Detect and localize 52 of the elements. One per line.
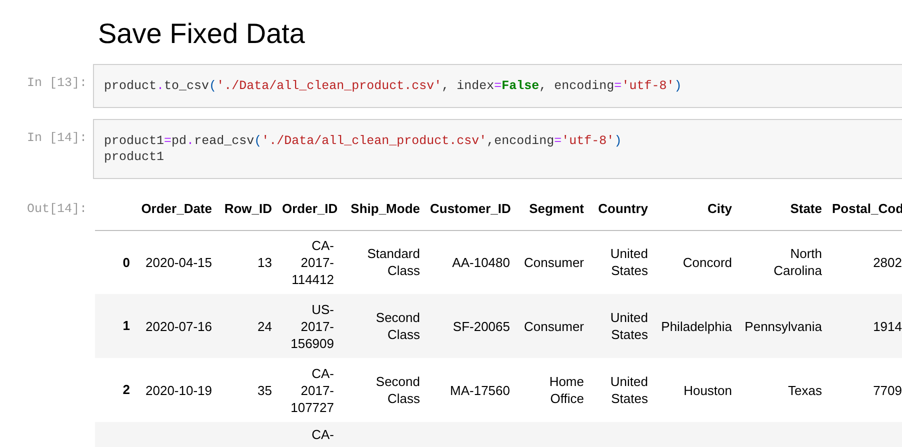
column-header: City <box>707 201 732 216</box>
output-prompt: Out[14]: <box>26 202 87 216</box>
column-header: Country <box>598 201 648 216</box>
table-cell: Pennsylvania <box>744 318 822 334</box>
table-cell: CA- <box>312 427 334 442</box>
table-cell: SF-20065 <box>452 318 510 334</box>
table-cell: 1914 <box>873 318 902 334</box>
table-cell: 2020-04-15 <box>146 254 212 270</box>
table-cell: Philadelphia <box>661 318 732 334</box>
table-cell: United States <box>610 374 648 406</box>
table-cell: Concord <box>682 254 732 270</box>
table-cell: MA-17560 <box>450 382 510 398</box>
code-cell[interactable]: product.to_csv('./Data/all_clean_product.csv', index=False, encoding='utf-8') <box>93 64 902 108</box>
column-header: Segment <box>529 201 584 216</box>
table-cell: CA-2017-114412 <box>292 238 334 287</box>
table-cell: 2802 <box>873 254 902 270</box>
row-index: 2 <box>122 382 130 398</box>
table-cell: North Carolina <box>774 246 822 278</box>
table-cell: 7709 <box>873 382 902 398</box>
column-header: Row_ID <box>224 201 272 216</box>
table-cell: 13 <box>258 254 272 270</box>
table-cell: Consumer <box>524 318 584 334</box>
table-cell: United States <box>610 310 648 342</box>
table-cell: Home Office <box>549 374 584 406</box>
table-cell: 24 <box>258 318 272 334</box>
column-header: Customer_ID <box>430 201 511 216</box>
column-header: Ship_Mode <box>350 201 420 216</box>
table-cell: United States <box>610 246 648 278</box>
column-header: Order_Date <box>141 201 212 216</box>
input-prompt: In [14]: <box>26 131 87 145</box>
table-cell: AA-10480 <box>452 254 510 270</box>
input-prompt: In [13]: <box>26 76 87 90</box>
table-cell: 35 <box>258 382 272 398</box>
row-index: 0 <box>122 254 130 270</box>
code-line: product1=pd.read_csv('./Data/all_clean_product.csv',encoding='utf-8') <box>104 134 622 148</box>
table-cell: US-2017-156909 <box>290 302 334 350</box>
table-cell: CA-2017-107727 <box>290 366 334 414</box>
column-header: Order_ID <box>282 201 338 216</box>
row-index: 1 <box>122 318 130 334</box>
section-heading: Save Fixed Data <box>98 17 305 51</box>
table-cell: Standard Class <box>367 246 420 278</box>
code-line: product1 <box>104 150 164 164</box>
table-cell: 2020-10-19 <box>146 382 212 398</box>
table-cell: Second Class <box>376 374 420 406</box>
code-cell[interactable]: product1=pd.read_csv('./Data/all_clean_product.csv',encoding='utf-8') product1 <box>93 119 902 179</box>
table-cell: Consumer <box>524 254 584 270</box>
table-cell: 2020-07-16 <box>146 318 212 334</box>
column-header: State <box>790 201 822 216</box>
code-line: product.to_csv('./Data/all_clean_product.csv', index=False, encoding='utf-8') <box>104 79 682 93</box>
table-cell: Texas <box>788 382 822 398</box>
table-cell: Second Class <box>376 310 420 342</box>
table-cell: Houston <box>684 382 732 398</box>
